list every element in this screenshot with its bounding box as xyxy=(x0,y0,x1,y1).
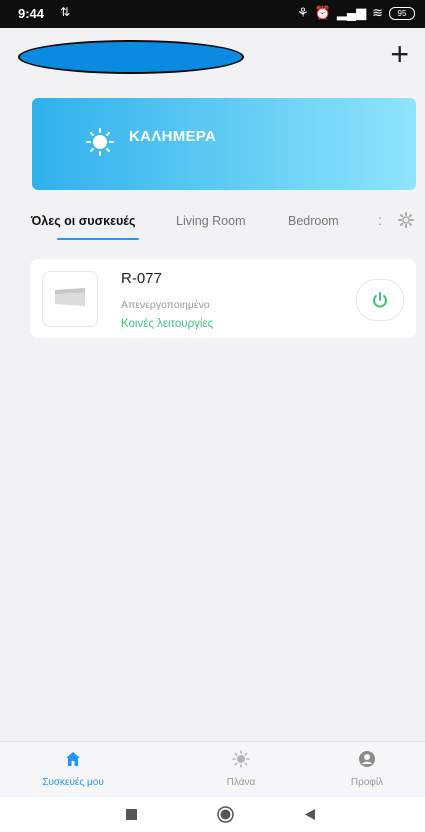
home-button-icon[interactable] xyxy=(217,806,234,823)
recents-icon[interactable] xyxy=(126,809,137,820)
nav-profile[interactable]: Προφίλ xyxy=(322,750,412,788)
device-status: Απενεργοποιημένο xyxy=(121,299,210,311)
nav-my-devices[interactable]: Συσκευές μου xyxy=(28,750,118,788)
nav-profile-label: Προφίλ xyxy=(350,777,384,788)
tab-bedroom[interactable]: Bedroom xyxy=(288,214,339,228)
sun-icon xyxy=(232,750,250,768)
home-icon xyxy=(66,752,80,766)
profile-icon xyxy=(359,751,375,767)
battery-icon: 95 xyxy=(389,6,415,20)
room-tabs: Όλες οι συσκευές Living Room Bedroom : xyxy=(0,200,425,244)
tab-all-devices[interactable]: Όλες οι συσκευές xyxy=(31,214,135,228)
status-bar: 9:44 ⇅ ⚘ ⏰ ▂▄▆ ≋ 95 xyxy=(0,0,425,28)
power-icon xyxy=(373,292,387,308)
device-name: R-077 xyxy=(121,270,162,287)
device-image-icon xyxy=(55,288,85,306)
more-tabs-icon[interactable]: : xyxy=(378,212,382,228)
home-selector[interactable] xyxy=(18,40,244,74)
sun-icon xyxy=(86,128,114,156)
add-device-button[interactable]: + xyxy=(390,38,409,70)
alarm-icon: ⏰ xyxy=(314,5,331,20)
status-icons: ⚘ ⏰ ▂▄▆ ≋ 95 xyxy=(297,5,415,21)
back-icon[interactable] xyxy=(304,808,316,821)
signal-icon: ▂▄▆ xyxy=(336,5,367,20)
power-button[interactable] xyxy=(356,279,404,321)
common-functions-link[interactable]: Κοινές λειτουργίες xyxy=(121,318,213,330)
greeting-title: ΚΑΛΗΜΕΡΑ xyxy=(129,128,217,145)
status-time: 9:44 xyxy=(18,6,45,21)
nav-my-devices-label: Συσκευές μου xyxy=(42,777,104,788)
nav-scenes[interactable]: Πλάνα xyxy=(196,750,286,788)
nav-scenes-label: Πλάνα xyxy=(226,777,256,788)
tab-living-room[interactable]: Living Room xyxy=(176,214,245,228)
sim-icon: ⇅ xyxy=(60,5,71,19)
bottom-navigation: Συσκευές μου Πλάνα Προφίλ xyxy=(0,741,425,798)
notification-icon: ⚘ xyxy=(297,5,309,20)
active-tab-indicator xyxy=(57,238,139,240)
greeting-banner: ΚΑΛΗΜΕΡΑ xyxy=(32,98,416,190)
system-navigation-bar xyxy=(0,797,425,832)
wifi-icon: ≋ xyxy=(372,5,383,20)
app-header: + xyxy=(0,28,425,90)
device-card[interactable]: R-077 Απενεργοποιημένο Κοινές λειτουργίε… xyxy=(30,259,416,338)
device-thumbnail xyxy=(42,271,98,327)
gear-icon[interactable] xyxy=(398,212,414,228)
